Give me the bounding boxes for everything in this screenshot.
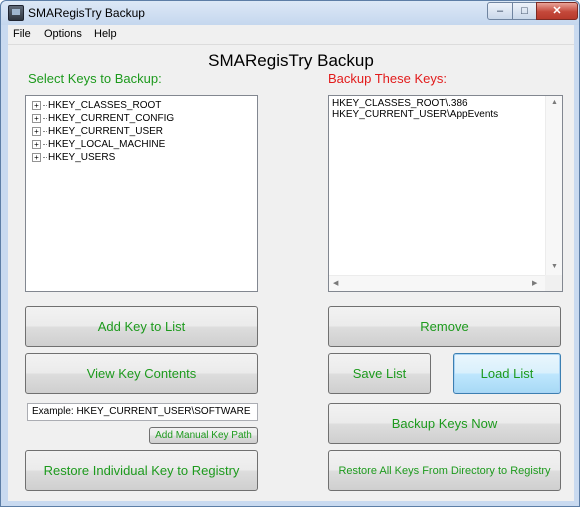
window-title: SMARegisTry Backup: [28, 6, 145, 20]
tree-item[interactable]: + HKEY_CURRENT_CONFIG: [32, 113, 174, 126]
menu-help[interactable]: Help: [94, 28, 117, 40]
tree-item-label: HKEY_CURRENT_USER: [48, 126, 164, 137]
horizontal-scrollbar[interactable]: ◀ ▶: [329, 275, 545, 291]
close-button[interactable]: ✕: [536, 2, 578, 20]
app-window: SMARegisTry Backup – □ ✕ File Options He…: [0, 0, 580, 507]
restore-individual-key-button[interactable]: Restore Individual Key to Registry: [25, 450, 258, 491]
remove-button[interactable]: Remove: [328, 306, 561, 347]
view-key-contents-button[interactable]: View Key Contents: [25, 353, 258, 394]
registry-tree[interactable]: + HKEY_CLASSES_ROOT + HKEY_CURRENT_CONFIG …: [25, 95, 258, 292]
list-item[interactable]: HKEY_CURRENT_USER\AppEvents: [332, 109, 498, 120]
expand-icon[interactable]: +: [32, 100, 41, 110]
backup-keys-label: Backup These Keys:: [328, 71, 447, 86]
scroll-corner: [545, 275, 562, 291]
app-title: SMARegisTry Backup: [208, 51, 374, 70]
maximize-button[interactable]: □: [512, 2, 537, 20]
expand-icon[interactable]: +: [32, 113, 41, 123]
menu-options[interactable]: Options: [44, 28, 82, 40]
scroll-right-icon[interactable]: ▶: [532, 279, 537, 287]
restore-all-keys-button[interactable]: Restore All Keys From Directory to Regis…: [328, 450, 561, 491]
tree-item-label: HKEY_CURRENT_CONFIG: [48, 113, 175, 124]
tree-item-label: HKEY_CLASSES_ROOT: [48, 100, 162, 111]
tree-item-label: HKEY_LOCAL_MACHINE: [48, 139, 166, 150]
tree-item[interactable]: + HKEY_LOCAL_MACHINE: [32, 139, 165, 152]
expand-icon[interactable]: +: [32, 139, 41, 149]
scroll-up-icon[interactable]: ▲: [551, 99, 558, 106]
tree-item[interactable]: + HKEY_USERS: [32, 152, 115, 165]
tree-item-label: HKEY_USERS: [48, 152, 116, 163]
add-manual-key-path-button[interactable]: Add Manual Key Path: [149, 427, 258, 444]
expand-icon[interactable]: +: [32, 126, 41, 136]
scroll-down-icon[interactable]: ▼: [551, 263, 558, 270]
minimize-button[interactable]: –: [487, 2, 513, 20]
vertical-scrollbar[interactable]: ▲ ▼: [545, 96, 562, 276]
manual-key-path-input[interactable]: Example: HKEY_CURRENT_USER\SOFTWARE: [27, 403, 258, 421]
scroll-left-icon[interactable]: ◀: [333, 279, 338, 287]
backup-keys-now-button[interactable]: Backup Keys Now: [328, 403, 561, 444]
title-bar[interactable]: SMARegisTry Backup – □ ✕: [1, 1, 579, 25]
expand-icon[interactable]: +: [32, 152, 41, 162]
select-keys-label: Select Keys to Backup:: [28, 71, 162, 86]
load-list-button[interactable]: Load List: [453, 353, 561, 394]
main-panel: SMARegisTry Backup Select Keys to Backup…: [8, 45, 574, 501]
app-icon: [8, 5, 24, 21]
menu-bar: File Options Help: [8, 25, 574, 45]
menu-file[interactable]: File: [13, 28, 31, 40]
backup-key-list[interactable]: HKEY_CLASSES_ROOT\.386 HKEY_CURRENT_USER…: [328, 95, 563, 292]
add-key-button[interactable]: Add Key to List: [25, 306, 258, 347]
list-item[interactable]: HKEY_CLASSES_ROOT\.386: [332, 98, 468, 109]
tree-item[interactable]: + HKEY_CLASSES_ROOT: [32, 100, 161, 113]
tree-item[interactable]: + HKEY_CURRENT_USER: [32, 126, 163, 139]
save-list-button[interactable]: Save List: [328, 353, 431, 394]
